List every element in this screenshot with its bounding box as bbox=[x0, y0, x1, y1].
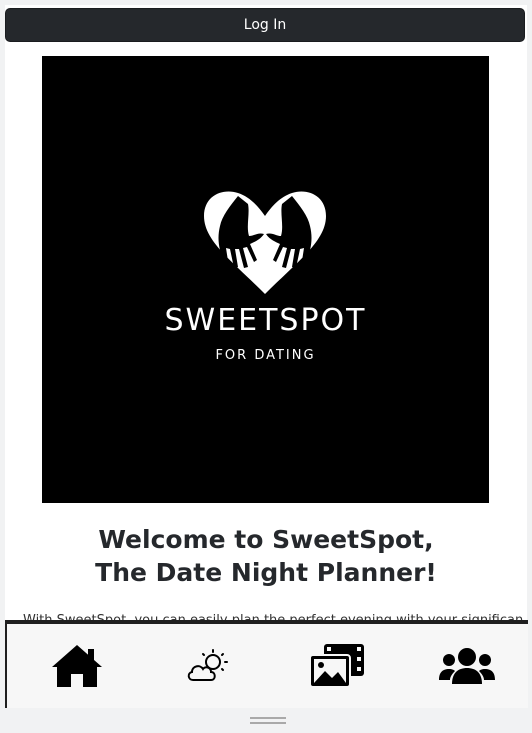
photo-film-icon bbox=[309, 644, 364, 688]
nav-users[interactable] bbox=[402, 624, 532, 708]
cloud-sun-icon bbox=[187, 649, 228, 681]
users-icon bbox=[439, 648, 495, 684]
welcome-line-2: The Date Night Planner! bbox=[95, 558, 437, 587]
app-page: Log In SWEETSPOT FOR DATING Welcome to S… bbox=[5, 5, 527, 708]
brand-name: SWEETSPOT bbox=[164, 303, 367, 338]
brand-tagline: FOR DATING bbox=[215, 348, 316, 363]
welcome-line-1: Welcome to SweetSpot, bbox=[98, 525, 434, 554]
nav-gallery[interactable] bbox=[272, 624, 402, 708]
home-icon bbox=[52, 645, 102, 687]
welcome-heading: Welcome to SweetSpot, The Date Night Pla… bbox=[5, 523, 527, 589]
heart-hands-icon bbox=[204, 191, 326, 294]
login-button-label: Log In bbox=[243, 17, 287, 33]
sweetspot-logo: SWEETSPOT FOR DATING bbox=[42, 56, 489, 503]
drag-handle[interactable] bbox=[250, 717, 286, 724]
nav-weather[interactable] bbox=[142, 624, 272, 708]
login-button[interactable]: Log In bbox=[5, 8, 525, 42]
nav-home[interactable] bbox=[12, 624, 142, 708]
bottom-nav bbox=[5, 620, 528, 708]
